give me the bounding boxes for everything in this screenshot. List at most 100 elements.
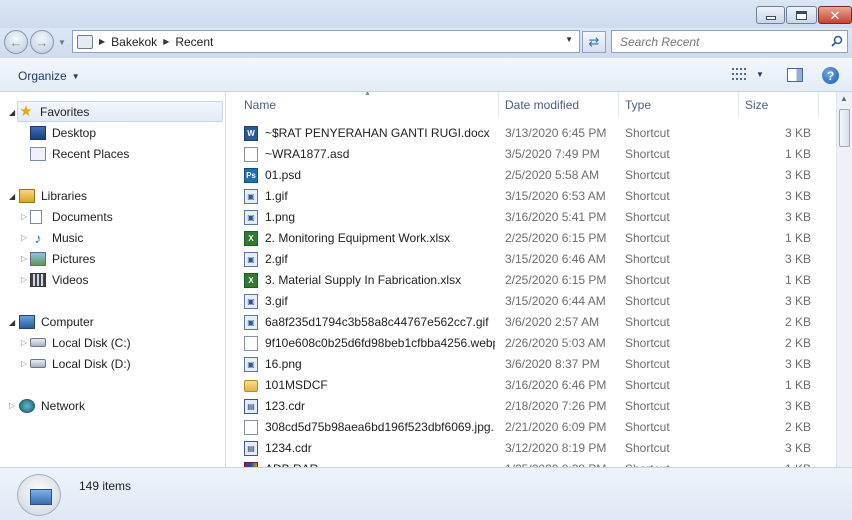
nav-local-disk-c[interactable]: Local Disk (C:) xyxy=(30,332,131,353)
scrollbar-thumb[interactable] xyxy=(839,109,850,147)
expand-favorites-icon[interactable]: ◢ xyxy=(9,108,15,117)
nav-libraries[interactable]: Libraries xyxy=(19,185,87,206)
file-type: Shortcut xyxy=(625,168,670,182)
folder-icon xyxy=(244,380,258,392)
file-row[interactable]: ▣ 6a8f235d1794c3b58a8c44767e562cc7.gif 3/6… xyxy=(240,312,812,333)
close-button[interactable]: ✕ xyxy=(818,6,852,24)
organize-label: Organize xyxy=(18,69,67,83)
nav-network[interactable]: Network xyxy=(19,395,85,416)
file-name: 101MSDCF xyxy=(265,378,328,392)
file-row[interactable]: W ~$RAT PENYERAHAN GANTI RUGI.docx 3/13/20… xyxy=(240,123,812,144)
nav-favorites[interactable]: ★ Favorites xyxy=(17,101,223,122)
file-row[interactable]: ADB.RAR 1/25/2020 8:38 PM Shortcut1 KB xyxy=(240,459,812,467)
file-type: Shortcut xyxy=(625,357,670,371)
minimize-icon xyxy=(765,16,776,20)
file-row[interactable]: 101MSDCF 3/16/2020 6:46 PM Shortcut 1 KB xyxy=(240,375,812,396)
film-strip-icon xyxy=(30,272,46,287)
file-size: 1 KB xyxy=(784,273,811,287)
breadcrumb-recent[interactable]: Recent xyxy=(175,35,213,49)
file-row[interactable]: ▤ 123.cdr 2/18/2020 7:26 PM Shortcut 3 KB xyxy=(240,396,812,417)
file-row[interactable]: ▣ 1.gif 3/15/2020 6:53 AM Shortcut 3 KB xyxy=(240,186,812,207)
refresh-button[interactable]: ⇄ xyxy=(582,31,606,53)
file-date-modified: 2/5/2020 5:58 AM xyxy=(505,168,600,182)
address-bar[interactable]: ▶ Bakekok ▶ Recent ▼ xyxy=(72,30,580,53)
file-row[interactable]: ▤ 1234.cdr 3/12/2020 8:19 PM Shortcut 3 KB xyxy=(240,438,812,459)
file-type: Shortcut xyxy=(625,315,670,329)
preview-pane-icon[interactable] xyxy=(787,68,803,82)
forward-button[interactable]: → xyxy=(30,30,54,54)
expand-music-icon[interactable]: ▷ xyxy=(21,233,27,242)
minimize-button[interactable] xyxy=(756,6,785,24)
file-type: Shortcut xyxy=(625,126,670,140)
nav-local-disk-d[interactable]: Local Disk (D:) xyxy=(30,353,131,374)
file-row[interactable]: ▣ 2.gif 3/15/2020 6:46 AM Shortcut 3 KB xyxy=(240,249,812,270)
file-size: 3 KB xyxy=(784,210,811,224)
recent-pages-dropdown-icon[interactable]: ▼ xyxy=(58,38,66,47)
file-size: 3 KB xyxy=(784,126,811,140)
help-icon[interactable]: ? xyxy=(822,67,839,84)
file-row[interactable]: X 3. Material Supply In Fabrication.xlsx 2… xyxy=(240,270,812,291)
nav-videos[interactable]: Videos xyxy=(30,269,88,290)
sort-ascending-icon: ▲ xyxy=(364,92,371,97)
file-row[interactable]: X 2. Monitoring Equipment Work.xlsx 2/25/2… xyxy=(240,228,812,249)
file-row[interactable]: 308cd5d75b98aea6bd196f523dbf6069.jpg... 2… xyxy=(240,417,812,438)
nav-documents[interactable]: Documents xyxy=(30,206,113,227)
nav-documents-label: Documents xyxy=(52,209,113,224)
expand-network-icon[interactable]: ▷ xyxy=(9,401,15,410)
change-view-button[interactable]: ▼ xyxy=(732,68,764,80)
column-header-type[interactable]: Type xyxy=(619,92,739,117)
file-type: Shortcut xyxy=(625,399,670,413)
search-box[interactable] xyxy=(611,30,848,53)
back-button[interactable]: ← xyxy=(4,30,28,54)
expand-local-disk-c-icon[interactable]: ▷ xyxy=(21,338,27,347)
maximize-button[interactable] xyxy=(786,6,817,24)
nav-pictures-label: Pictures xyxy=(52,251,96,266)
address-dropdown-icon[interactable]: ▼ xyxy=(565,35,573,44)
nav-recent-places[interactable]: Recent Places xyxy=(30,143,129,164)
column-header-size[interactable]: Size xyxy=(739,92,819,117)
file-row[interactable]: ~WRA1877.asd 3/5/2020 7:49 PM Shortcut 1 KB xyxy=(240,144,812,165)
expand-pictures-icon[interactable]: ▷ xyxy=(21,254,27,263)
column-header-name[interactable]: Name ▲ xyxy=(227,92,499,117)
nav-music[interactable]: ♪ Music xyxy=(30,227,84,248)
file-date-modified: 2/18/2020 7:26 PM xyxy=(505,399,607,413)
nav-local-disk-d-label: Local Disk (D:) xyxy=(52,356,131,371)
breadcrumb-separator-icon[interactable]: ▶ xyxy=(163,37,169,46)
file-row[interactable]: Ps 01.psd 2/5/2020 5:58 AM Shortcut 3 KB xyxy=(240,165,812,186)
file-name: 1.gif xyxy=(265,189,288,203)
file-row[interactable]: ▣ 3.gif 3/15/2020 6:44 AM Shortcut 3 KB xyxy=(240,291,812,312)
file-name: 6a8f235d1794c3b58a8c44767e562cc7.gif xyxy=(265,315,489,329)
chevron-down-icon: ▼ xyxy=(756,69,764,79)
file-row[interactable]: 9f10e608c0b25d6fd98beb1cfbba4256.webp 2/2… xyxy=(240,333,812,354)
file-date-modified: 3/15/2020 6:53 AM xyxy=(505,189,606,203)
blank-file-icon xyxy=(244,336,258,351)
excel-icon: X xyxy=(244,273,258,288)
expand-local-disk-d-icon[interactable]: ▷ xyxy=(21,359,27,368)
search-input[interactable] xyxy=(612,31,822,52)
expand-computer-icon[interactable]: ◢ xyxy=(9,318,15,327)
column-header-date-modified[interactable]: Date modified xyxy=(499,92,619,117)
breadcrumb-bakekok[interactable]: Bakekok xyxy=(111,35,157,49)
nav-desktop[interactable]: Desktop xyxy=(30,122,96,143)
nav-computer-label: Computer xyxy=(41,314,94,329)
nav-desktop-label: Desktop xyxy=(52,125,97,140)
file-type: Shortcut xyxy=(625,420,670,434)
file-name: 1.png xyxy=(265,210,296,224)
scroll-up-icon[interactable]: ▲ xyxy=(840,94,848,103)
expand-documents-icon[interactable]: ▷ xyxy=(21,212,27,221)
image-icon: ▣ xyxy=(244,294,258,309)
organize-button[interactable]: Organize ▼ xyxy=(18,69,80,83)
file-size: 3 KB xyxy=(784,357,811,371)
expand-videos-icon[interactable]: ▷ xyxy=(21,275,27,284)
breadcrumb-separator-icon[interactable]: ▶ xyxy=(99,37,105,46)
nav-computer[interactable]: Computer xyxy=(19,311,94,332)
search-icon[interactable] xyxy=(831,35,843,47)
file-row[interactable]: ▣ 1.png 3/16/2020 5:41 PM Shortcut 3 KB xyxy=(240,207,812,228)
nav-pictures[interactable]: Pictures xyxy=(30,248,95,269)
network-globe-icon xyxy=(19,398,35,413)
vertical-scrollbar[interactable]: ▲ xyxy=(836,92,852,467)
file-row[interactable]: ▣ 16.png 3/6/2020 8:37 PM Shortcut 3 KB xyxy=(240,354,812,375)
command-bar: Organize ▼ ▼ ? xyxy=(0,58,852,92)
image-icon: ▣ xyxy=(244,315,258,330)
expand-libraries-icon[interactable]: ◢ xyxy=(9,192,15,201)
